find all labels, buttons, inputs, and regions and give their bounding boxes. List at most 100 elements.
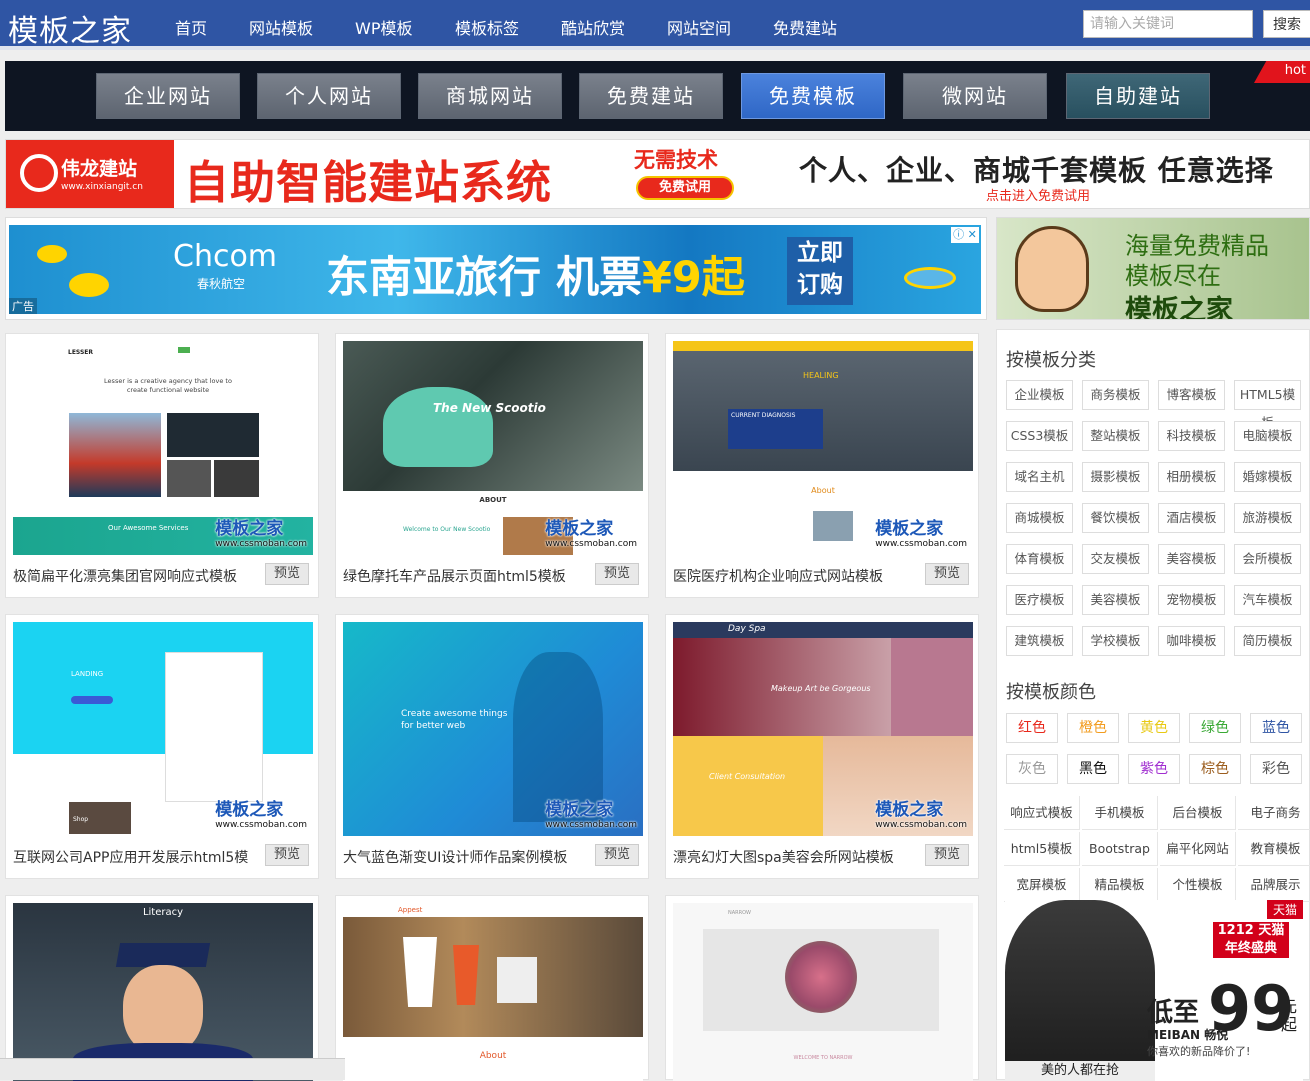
template-thumbnail[interactable]: LESSER Lesser is a creative agency that … bbox=[13, 341, 313, 555]
category-enterprise[interactable]: 企业网站 bbox=[96, 73, 240, 119]
preview-button[interactable]: 预览 bbox=[595, 563, 639, 585]
category-tag[interactable]: 简历模板 bbox=[1234, 626, 1301, 656]
link-tag[interactable]: 精品模板 bbox=[1082, 868, 1158, 902]
category-tag[interactable]: 汽车模板 bbox=[1234, 585, 1301, 615]
category-self-build[interactable]: 自助建站 bbox=[1066, 73, 1210, 119]
nav-free-build[interactable]: 免费建站 bbox=[773, 15, 837, 39]
banner-free-trial-button[interactable]: 免费试用 bbox=[636, 176, 734, 200]
nav-site-templates[interactable]: 网站模板 bbox=[249, 15, 313, 39]
category-tag[interactable]: 体育模板 bbox=[1006, 544, 1073, 574]
template-card[interactable]: LESSER Lesser is a creative agency that … bbox=[5, 333, 319, 598]
category-tag[interactable]: 整站模板 bbox=[1082, 421, 1149, 451]
category-tag[interactable]: 域名主机 bbox=[1006, 462, 1073, 492]
site-logo[interactable]: 模板之家 bbox=[8, 6, 132, 50]
category-tag[interactable]: 科技模板 bbox=[1158, 421, 1225, 451]
template-card[interactable]: NARROW WELCOME TO NARROW bbox=[665, 895, 979, 1081]
color-tag[interactable]: 橙色 bbox=[1067, 713, 1119, 743]
color-tag[interactable]: 黄色 bbox=[1128, 713, 1180, 743]
flight-ad[interactable]: Chcom 春秋航空 东南亚旅行 机票¥9起 立即订购 广告 ⓘ ✕ bbox=[5, 217, 987, 320]
color-tag[interactable]: 彩色 bbox=[1250, 754, 1302, 784]
color-tag[interactable]: 绿色 bbox=[1189, 713, 1241, 743]
category-tag[interactable]: 旅游模板 bbox=[1234, 503, 1301, 533]
template-title[interactable]: 绿色摩托车产品展示页面html5模板 bbox=[343, 566, 583, 586]
link-tag[interactable]: 个性模板 bbox=[1160, 868, 1236, 902]
preview-button[interactable]: 预览 bbox=[925, 844, 969, 866]
category-tag[interactable]: 电脑模板 bbox=[1234, 421, 1301, 451]
category-tag[interactable]: 会所模板 bbox=[1234, 544, 1301, 574]
category-tag[interactable]: 酒店模板 bbox=[1158, 503, 1225, 533]
color-tag[interactable]: 棕色 bbox=[1189, 754, 1241, 784]
color-tag[interactable]: 红色 bbox=[1006, 713, 1058, 743]
category-tag[interactable]: 学校模板 bbox=[1082, 626, 1149, 656]
category-tag[interactable]: 企业模板 bbox=[1006, 380, 1073, 410]
category-mall[interactable]: 商城网站 bbox=[418, 73, 562, 119]
preview-button[interactable]: 预览 bbox=[265, 563, 309, 585]
search-input[interactable] bbox=[1083, 10, 1253, 38]
category-tag[interactable]: 宠物模板 bbox=[1158, 585, 1225, 615]
template-card[interactable]: Day Spa Makeup Art be Gorgeous Client Co… bbox=[665, 614, 979, 879]
category-tag[interactable]: 婚嫁模板 bbox=[1234, 462, 1301, 492]
category-tag[interactable]: 医疗模板 bbox=[1006, 585, 1073, 615]
template-title[interactable]: 大气蓝色渐变UI设计师作品案例模板 bbox=[343, 847, 583, 867]
template-title[interactable]: 医院医疗机构企业响应式网站模板 bbox=[673, 566, 913, 586]
banner-subtext[interactable]: 点击进入免费试用 bbox=[986, 185, 1090, 204]
tmall-ad[interactable]: 天猫 1212 天猫年终盛典 低至 99 元起 MEIBAN 畅悦 你喜欢的新品… bbox=[1005, 900, 1303, 1081]
link-tag[interactable]: html5模板 bbox=[1004, 832, 1080, 866]
category-tag[interactable]: 美容模板 bbox=[1158, 544, 1225, 574]
category-tag[interactable]: 交友模板 bbox=[1082, 544, 1149, 574]
category-free-build[interactable]: 免费建站 bbox=[579, 73, 723, 119]
category-tag[interactable]: 摄影模板 bbox=[1082, 462, 1149, 492]
template-thumbnail[interactable]: The New Scootio ABOUT Welcome to Our New… bbox=[343, 341, 643, 555]
category-tag[interactable]: CSS3模板 bbox=[1006, 421, 1073, 451]
category-tag[interactable]: HTML5模板 bbox=[1234, 380, 1301, 430]
color-tag[interactable]: 蓝色 bbox=[1250, 713, 1302, 743]
nav-home[interactable]: 首页 bbox=[175, 15, 207, 39]
template-card[interactable]: Create awesome things for better web 模板之… bbox=[335, 614, 649, 879]
link-tag[interactable]: 扁平化网站 bbox=[1160, 832, 1236, 866]
color-tag[interactable]: 紫色 bbox=[1128, 754, 1180, 784]
category-tag[interactable]: 咖啡模板 bbox=[1158, 626, 1225, 656]
template-thumbnail[interactable]: Day Spa Makeup Art be Gorgeous Client Co… bbox=[673, 622, 973, 836]
template-card[interactable]: Literacy bbox=[5, 895, 319, 1081]
link-tag[interactable]: 响应式模板 bbox=[1004, 796, 1080, 830]
category-tag[interactable]: 建筑模板 bbox=[1006, 626, 1073, 656]
template-title[interactable]: 极简扁平化漂亮集团官网响应式模板 bbox=[13, 566, 253, 586]
category-tag[interactable]: 餐饮模板 bbox=[1082, 503, 1149, 533]
link-tag[interactable]: 手机模板 bbox=[1082, 796, 1158, 830]
template-card[interactable]: LANDING Shop 模板之家 www.cssmoban.com 互联网公司A… bbox=[5, 614, 319, 879]
category-tag[interactable]: 相册模板 bbox=[1158, 462, 1225, 492]
preview-button[interactable]: 预览 bbox=[265, 844, 309, 866]
template-thumbnail[interactable]: Literacy bbox=[13, 903, 313, 1081]
template-thumbnail[interactable]: LANDING Shop 模板之家 www.cssmoban.com bbox=[13, 622, 313, 836]
template-card[interactable]: HEALING CURRENT DIAGNOSIS About 模板之家 www.… bbox=[665, 333, 979, 598]
side-promo-ad[interactable]: 海量免费精品 模板尽在 模板之家 bbox=[996, 217, 1310, 320]
promo-banner[interactable]: 伟龙建站 www.xinxiangit.cn 自助智能建站系统 无需技术 免费试… bbox=[5, 139, 1310, 209]
link-tag[interactable]: Bootstrap bbox=[1082, 832, 1158, 866]
color-tag[interactable]: 黑色 bbox=[1067, 754, 1119, 784]
color-tag[interactable]: 灰色 bbox=[1006, 754, 1058, 784]
search-button[interactable]: 搜索 bbox=[1263, 10, 1310, 38]
template-title[interactable]: 漂亮幻灯大图spa美容会所网站模板 bbox=[673, 847, 913, 867]
template-thumbnail[interactable]: HEALING CURRENT DIAGNOSIS About 模板之家 www.… bbox=[673, 341, 973, 555]
category-tag[interactable]: 商城模板 bbox=[1006, 503, 1073, 533]
nav-hosting[interactable]: 网站空间 bbox=[667, 15, 731, 39]
template-card[interactable]: The New Scootio ABOUT Welcome to Our New… bbox=[335, 333, 649, 598]
template-thumbnail[interactable]: Appest About bbox=[343, 903, 643, 1081]
link-tag[interactable]: 品牌展示 bbox=[1238, 868, 1310, 902]
link-tag[interactable]: 宽屏模板 bbox=[1004, 868, 1080, 902]
nav-wp-templates[interactable]: WP模板 bbox=[355, 15, 412, 39]
ad-close-icon[interactable]: ⓘ ✕ bbox=[951, 227, 979, 243]
ad-order-button[interactable]: 立即订购 bbox=[787, 237, 853, 305]
nav-cool-sites[interactable]: 酷站欣赏 bbox=[561, 15, 625, 39]
template-title[interactable]: 互联网公司APP应用开发展示html5模 bbox=[13, 847, 253, 867]
preview-button[interactable]: 预览 bbox=[925, 563, 969, 585]
template-thumbnail[interactable]: NARROW WELCOME TO NARROW bbox=[673, 903, 973, 1081]
category-tag[interactable]: 商务模板 bbox=[1082, 380, 1149, 410]
nav-template-tags[interactable]: 模板标签 bbox=[455, 15, 519, 39]
link-tag[interactable]: 后台模板 bbox=[1160, 796, 1236, 830]
category-tag[interactable]: 美容模板 bbox=[1082, 585, 1149, 615]
link-tag[interactable]: 电子商务 bbox=[1238, 796, 1310, 830]
template-card[interactable]: Appest About bbox=[335, 895, 649, 1081]
link-tag[interactable]: 教育模板 bbox=[1238, 832, 1310, 866]
template-thumbnail[interactable]: Create awesome things for better web 模板之… bbox=[343, 622, 643, 836]
